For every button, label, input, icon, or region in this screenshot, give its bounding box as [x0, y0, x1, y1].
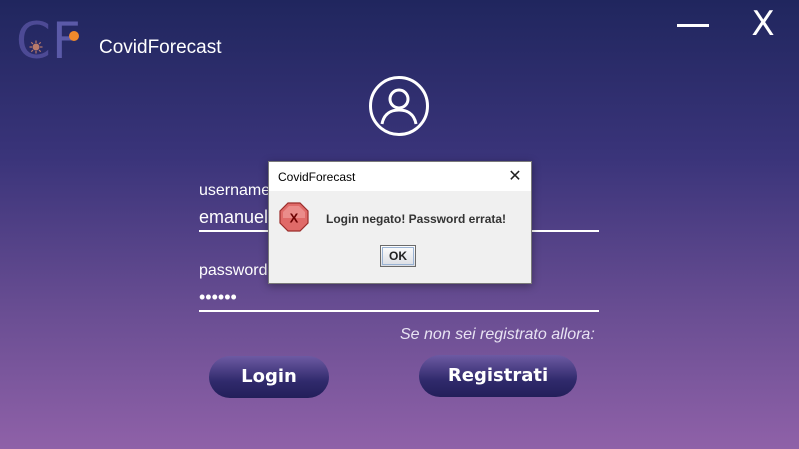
error-dialog: CovidForecast ✕ X Login negato! Password… — [268, 161, 532, 284]
register-hint: Se non sei registrato allora: — [400, 326, 595, 343]
minimize-icon[interactable] — [677, 24, 709, 27]
close-window-button[interactable]: X — [746, 4, 780, 44]
login-button[interactable]: Login — [209, 356, 329, 398]
error-icon-label: X — [290, 211, 299, 226]
register-button[interactable]: Registrati — [419, 355, 577, 397]
dialog-title: CovidForecast — [278, 170, 356, 184]
error-icon: X — [279, 202, 309, 232]
password-field[interactable]: •••••• — [199, 287, 599, 312]
dialog-titlebar: CovidForecast ✕ — [269, 162, 531, 191]
dialog-message: Login negato! Password errata! — [326, 212, 507, 226]
username-label: username — [199, 182, 271, 199]
logo-letter-f: F — [52, 12, 81, 70]
password-label: password — [199, 262, 268, 279]
user-avatar-icon — [369, 76, 429, 136]
logo-orange-dot — [69, 31, 79, 41]
dialog-close-icon[interactable]: ✕ — [505, 166, 525, 186]
app-title: CovidForecast — [99, 37, 222, 58]
ok-button[interactable]: OK — [380, 245, 416, 267]
app-logo: C F — [16, 16, 88, 72]
virus-icon — [29, 40, 43, 54]
